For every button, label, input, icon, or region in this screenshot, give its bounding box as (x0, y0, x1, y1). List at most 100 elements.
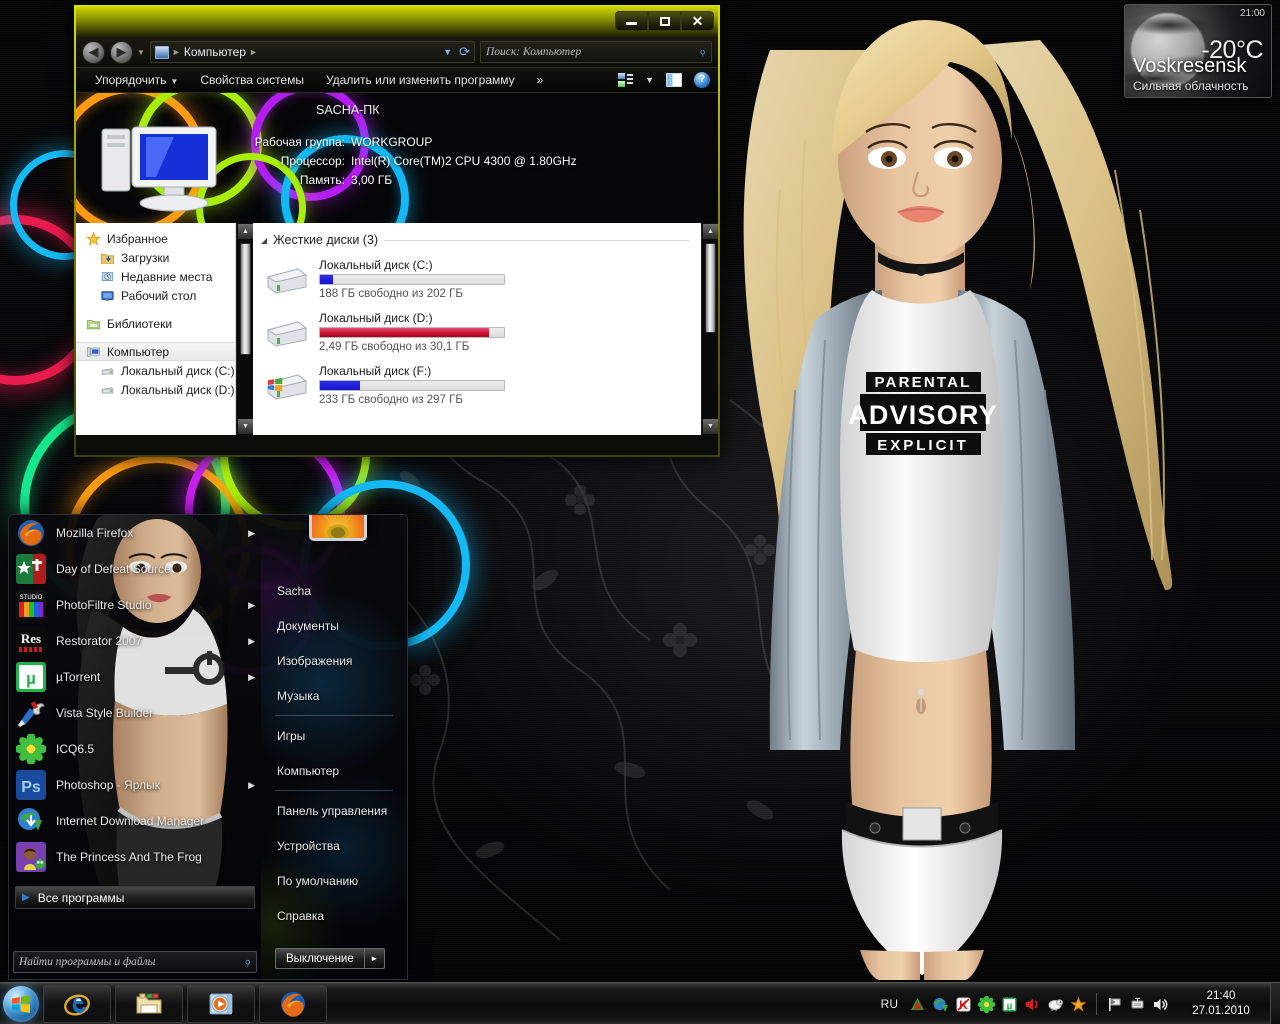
start-right-item-games[interactable]: Игры (261, 718, 407, 753)
submenu-arrow-icon[interactable]: ▶ (248, 528, 255, 539)
recent-pages-caret-icon[interactable]: ▼ (137, 48, 145, 57)
collapse-triangle-icon[interactable]: ◢ (261, 236, 267, 245)
search-input[interactable] (486, 46, 699, 58)
gadget-time: 21:00 (1239, 8, 1265, 19)
organize-button[interactable]: Упорядочить ▼ (84, 73, 189, 87)
sidebar-item-local-disk-c[interactable]: Локальный диск (C:) (76, 361, 235, 380)
start-program-day-of-defeat-source[interactable]: Day of Defeat Source (9, 551, 261, 587)
sidebar-item-desktop[interactable]: Рабочий стол (76, 286, 235, 305)
submenu-arrow-icon[interactable]: ▶ (248, 780, 255, 791)
start-program-photoshop[interactable]: Ps Photoshop - Ярлык ▶ (9, 767, 261, 803)
start-orb-button[interactable] (3, 985, 39, 1022)
language-indicator[interactable]: RU (881, 997, 898, 1011)
file-pane-scrollbar[interactable]: ▲ ▼ (701, 223, 718, 435)
taskbar-button-internet-explorer[interactable] (43, 984, 111, 1023)
start-right-item-help[interactable]: Справка (261, 898, 407, 933)
sidebar-item-libraries[interactable]: Библиотеки (76, 314, 235, 333)
taskbar-button-windows-explorer[interactable] (115, 984, 183, 1023)
media-player-icon (209, 993, 233, 1014)
start-right-item-devices[interactable]: Устройства (261, 828, 407, 863)
navigation-pane-scrollbar[interactable]: ▲ ▼ (236, 223, 253, 435)
item-label: Sacha (277, 583, 312, 598)
start-program-vista-style-builder[interactable]: Vista Style Builder (9, 695, 261, 731)
volume-icon[interactable] (1152, 996, 1169, 1013)
change-view-icon[interactable] (618, 73, 634, 87)
submenu-arrow-icon[interactable]: ▶ (248, 636, 255, 647)
scroll-down-icon[interactable]: ▼ (703, 419, 718, 434)
start-program-internet-download-manager[interactable]: Internet Download Manager (9, 803, 261, 839)
start-right-item-pictures[interactable]: Изображения (261, 643, 407, 678)
preview-pane-icon[interactable] (666, 73, 682, 87)
all-programs-button[interactable]: ▶ Все программы (15, 886, 255, 909)
start-program-utorrent[interactable]: µ µTorrent ▶ (9, 659, 261, 695)
taskbar-button-mozilla-firefox[interactable] (259, 984, 327, 1023)
submenu-arrow-icon[interactable]: ▶ (248, 672, 255, 683)
icq-icon[interactable] (978, 995, 995, 1013)
network-icon[interactable] (1129, 996, 1146, 1013)
start-right-item-documents[interactable]: Документы (261, 608, 407, 643)
breadcrumb-root[interactable]: Компьютер (184, 45, 246, 59)
start-search-input[interactable] (19, 956, 244, 968)
start-program-restorator-2007[interactable]: Res Restorator 2007 ▶ (9, 623, 261, 659)
close-button[interactable]: ✕ (681, 11, 714, 31)
group-header-hard-drives[interactable]: ◢ Жесткие диски (3) (261, 233, 701, 247)
taskbar-clock[interactable]: 21:40 27.01.2010 (1172, 989, 1270, 1019)
uninstall-change-program-button[interactable]: Удалить или изменить программу (315, 73, 526, 87)
back-button[interactable]: ◀ (82, 40, 105, 64)
scroll-thumb[interactable] (705, 243, 716, 333)
forward-button[interactable]: ▶ (110, 40, 133, 64)
shutdown-button[interactable]: Выключение (275, 948, 364, 969)
drive-item-c[interactable]: Локальный диск (C:) 188 ГБ свободно из 2… (261, 255, 701, 300)
start-right-item-sacha[interactable]: Sacha (261, 573, 407, 608)
minimize-button[interactable] (615, 11, 648, 31)
view-dropdown-icon[interactable]: ▼ (645, 75, 654, 85)
volume-red-icon[interactable] (1024, 996, 1041, 1013)
window-titlebar[interactable]: ✕ (76, 7, 718, 37)
drive-item-f[interactable]: Локальный диск (F:) 233 ГБ свободно из 2… (261, 361, 701, 406)
help-icon[interactable]: ? (694, 72, 710, 88)
start-right-item-music[interactable]: Музыка (261, 678, 407, 713)
star-icon[interactable] (1070, 996, 1087, 1013)
breadcrumb-separator-end[interactable]: ► (249, 47, 258, 57)
sidebar-item-local-disk-d[interactable]: Локальный диск (D:) (76, 380, 235, 399)
start-program-photofiltre-studio[interactable]: STUDIO PhotoFiltre Studio ▶ (9, 587, 261, 623)
start-program-the-princess-and-the-frog[interactable]: The Princess And The Frog (9, 839, 261, 875)
scroll-down-icon[interactable]: ▼ (238, 419, 253, 434)
nvidia-icon[interactable] (909, 996, 926, 1013)
start-program-icq[interactable]: ICQ6.5 (9, 731, 261, 767)
sidebar-label: Компьютер (107, 344, 170, 359)
system-properties-button[interactable]: Свойства системы (189, 73, 315, 87)
shutdown-options-arrow-icon[interactable]: ► (363, 948, 385, 969)
refresh-icon[interactable]: ⟳ (459, 44, 470, 60)
start-program-mozilla-firefox[interactable]: Mozilla Firefox ▶ (9, 515, 261, 551)
address-bar[interactable]: ► Компьютер ► ▼ ⟳ (149, 41, 475, 63)
action-flag-icon[interactable] (1106, 996, 1123, 1013)
search-box[interactable]: ⌕ (480, 41, 712, 63)
show-desktop-button[interactable] (1270, 983, 1280, 1024)
weather-gadget[interactable]: 21:00 -20°C Voskresensk Сильная облачнос… (1124, 4, 1272, 98)
sidebar-item-favorites[interactable]: Избранное (76, 229, 235, 248)
avatar[interactable] (309, 515, 367, 541)
toolbar-overflow-button[interactable]: » (526, 73, 555, 87)
start-right-item-computer[interactable]: Компьютер (261, 753, 407, 788)
start-right-item-control-panel[interactable]: Панель управления (261, 793, 407, 828)
submenu-arrow-icon[interactable]: ▶ (248, 600, 255, 611)
taskbar-button-windows-media-player[interactable] (187, 984, 255, 1023)
kaspersky-icon[interactable]: K (955, 996, 972, 1013)
utorrent-icon[interactable]: µ (1001, 996, 1018, 1013)
maximize-button[interactable] (648, 11, 681, 31)
start-right-item-default-programs[interactable]: По умолчанию (261, 863, 407, 898)
scroll-up-icon[interactable]: ▲ (703, 224, 718, 239)
drive-item-d[interactable]: Локальный диск (D:) 2,49 ГБ свободно из … (261, 308, 701, 353)
address-dropdown-icon[interactable]: ▼ (443, 47, 452, 57)
explorer-window: ✕ ◀ ▶ ▼ ► Компьютер ► ▼ ⟳ ⌕ (74, 5, 720, 457)
sidebar-item-recent-places[interactable]: Недавние места (76, 267, 235, 286)
scroll-up-icon[interactable]: ▲ (238, 224, 253, 239)
sheep-icon[interactable] (1047, 996, 1064, 1013)
scroll-thumb[interactable] (240, 243, 251, 355)
sidebar-item-computer[interactable]: Компьютер (76, 342, 235, 361)
start-search-box[interactable]: ⌕ (13, 951, 257, 973)
sidebar-item-downloads[interactable]: Загрузки (76, 248, 235, 267)
internet-download-manager-icon[interactable] (932, 996, 949, 1013)
